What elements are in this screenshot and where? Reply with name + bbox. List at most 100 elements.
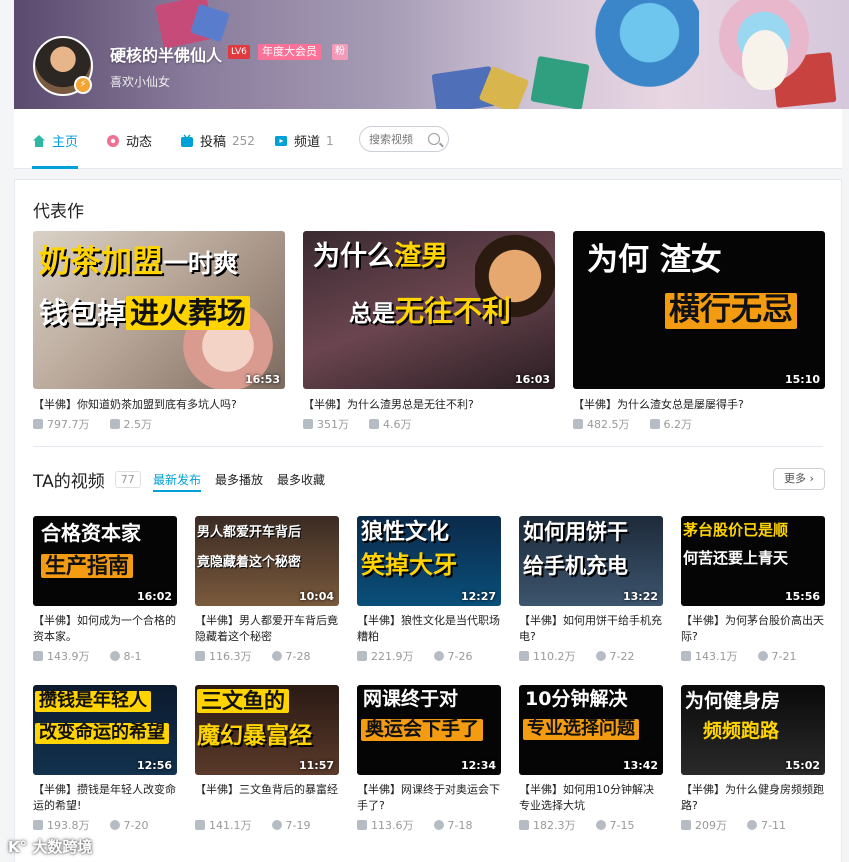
video-card[interactable]: 男人都爱开车背后 竟隐藏着这个秘密 10:04 【半佛】男人都爱开车背后竟隐藏着… [195,516,339,664]
thumb-text: 横行无忌 [665,292,797,329]
masterpiece-title: 代表作 [33,202,84,222]
thumb-text: 奶茶加盟 [39,244,163,280]
fan-badge: 粉 [332,44,348,60]
video-thumbnail[interactable]: 攒钱是年轻人 改变命运的希望 12:56 [33,685,177,775]
video-title[interactable]: 【半佛】为什么健身房频频跑路? [681,782,825,814]
video-title[interactable]: 【半佛】攒钱是年轻人改变命运的希望! [33,782,177,814]
video-thumbnail[interactable]: 为何 渣女 横行无忌 15:10 [573,231,825,389]
publish-date: 7-22 [609,649,635,663]
tab-most-played[interactable]: 最多播放 [215,471,263,488]
clock-icon [595,651,606,661]
view-count: 141.1万 [209,819,252,832]
video-duration: 15:02 [784,759,820,772]
masterpiece-card[interactable]: 为何 渣女 横行无忌 15:10 【半佛】为什么渣女总是屡屡得手? 482.5万… [573,231,825,432]
clock-icon [433,651,444,661]
masterpiece-card[interactable]: 奶茶加盟一时爽 钱包掉 进火葬场 16:53 【半佛】你知道奶茶加盟到底有多坑人吗… [33,231,285,432]
masterpiece-card[interactable]: 为什么渣男 总是无往不利 16:03 【半佛】为什么渣男总是无往不利? 351万… [303,231,555,432]
tab-channel[interactable]: 频道 1 [274,131,334,150]
thumb-text: 10分钟解决 [525,688,628,710]
thumb-text: 何苦还要上青天 [683,549,789,567]
video-meta: 797.7万 2.5万 [33,416,285,432]
chevron-right-icon: › [806,472,814,485]
video-title[interactable]: 【半佛】你知道奶茶加盟到底有多坑人吗? [33,396,285,412]
tab-most-favorited[interactable]: 最多收藏 [277,471,325,488]
video-title[interactable]: 【半佛】三文鱼背后的暴富经 [195,782,339,814]
video-card[interactable]: 如何用饼干 给手机充电 13:22 【半佛】如何用饼干给手机充电? 110.2万… [519,516,663,664]
publish-date: 7-18 [447,818,473,832]
thumb-text: 频频跑路 [703,720,780,742]
thumb-text: 网课终于对 [363,688,459,710]
play-count-icon [681,651,691,661]
video-thumbnail[interactable]: 合格资本家 生产指南 16:02 [33,516,177,606]
video-thumbnail[interactable]: 10分钟解决 专业选择问题 13:42 [519,685,663,775]
video-thumbnail[interactable]: 为何健身房 频频跑路 15:02 [681,685,825,775]
search-input[interactable] [369,131,427,147]
vip-badge[interactable]: 年度大会员 [258,44,321,60]
play-count-icon [33,820,43,830]
video-card[interactable]: 茅台股价已是顺 何苦还要上青天 15:56 【半佛】为何茅台股价高出天际? 14… [681,516,825,664]
thumb-text: 奥运会下手了 [361,718,484,741]
video-card[interactable]: 10分钟解决 专业选择问题 13:42 【半佛】如何用10分钟解决专业选择大坑 … [519,685,663,833]
thumb-text: 改变命运的希望 [35,722,169,744]
tab-dynamic-label: 动态 [126,135,153,150]
video-thumbnail[interactable]: 男人都爱开车背后 竟隐藏着这个秘密 10:04 [195,516,339,606]
video-card[interactable]: 网课终于对 奥运会下手了 12:34 【半佛】网课终于对奥运会下手了? 113.… [357,685,501,833]
clock-icon [109,820,120,830]
play-count-icon [519,820,529,830]
user-signature: 喜欢小仙女 [110,75,171,89]
video-card[interactable]: 为何健身房 频频跑路 15:02 【半佛】为什么健身房频频跑路? 209万 7-… [681,685,825,833]
tab-videos[interactable]: 投稿 252 [180,131,255,150]
video-title[interactable]: 【半佛】如何用饼干给手机充电? [519,613,663,645]
play-count-icon [573,419,583,429]
video-card[interactable]: 攒钱是年轻人 改变命运的希望 12:56 【半佛】攒钱是年轻人改变命运的希望! … [33,685,177,833]
video-card[interactable]: 狼性文化 笑掉大牙 12:27 【半佛】狼性文化是当代职场糟粕 221.9万 7… [357,516,501,664]
tab-home[interactable]: 主页 [32,131,78,150]
video-thumbnail[interactable]: 茅台股价已是顺 何苦还要上青天 15:56 [681,516,825,606]
video-title[interactable]: 【半佛】为何茅台股价高出天际? [681,613,825,645]
video-title[interactable]: 【半佛】为什么渣男总是无往不利? [303,396,555,412]
video-title[interactable]: 【半佛】狼性文化是当代职场糟粕 [357,613,501,645]
clock-icon [109,651,120,661]
thumb-text: 竟隐藏着这个秘密 [197,555,302,570]
video-title[interactable]: 【半佛】为什么渣女总是屡屡得手? [573,396,825,412]
user-name[interactable]: 硬核的半佛仙人 [110,42,222,66]
video-card[interactable]: 三文鱼的 魔幻暴富经 11:57 【半佛】三文鱼背后的暴富经 141.1万 7-… [195,685,339,833]
video-thumbnail[interactable]: 三文鱼的 魔幻暴富经 11:57 [195,685,339,775]
video-title[interactable]: 【半佛】如何用10分钟解决专业选择大坑 [519,782,663,814]
thumb-text: 一时爽 [163,249,239,278]
video-thumbnail[interactable]: 网课终于对 奥运会下手了 12:34 [357,685,501,775]
tab-latest[interactable]: 最新发布 [153,471,201,488]
video-thumbnail[interactable]: 狼性文化 笑掉大牙 12:27 [357,516,501,606]
thumb-text: 给手机充电 [523,554,628,578]
video-title[interactable]: 【半佛】网课终于对奥运会下手了? [357,782,501,814]
gift-box-decoration [530,55,590,109]
video-title[interactable]: 【半佛】男人都爱开车背后竟隐藏着这个秘密 [195,613,339,645]
view-count: 482.5万 [587,418,630,431]
thumb-text: 为什么 [313,241,394,272]
more-button[interactable]: 更多 › [773,468,825,490]
view-count: 193.8万 [47,819,90,832]
thumb-text-line: 魔幻暴富经 [197,723,312,749]
thumb-text: 如何用饼干 [523,520,628,544]
video-meta: 143.1万 7-21 [681,648,825,664]
video-duration: 16:03 [514,373,550,386]
video-thumbnail[interactable]: 为什么渣男 总是无往不利 16:03 [303,231,555,389]
video-duration: 16:02 [136,590,172,603]
video-thumbnail[interactable]: 如何用饼干 给手机充电 13:22 [519,516,663,606]
view-count: 143.9万 [47,650,90,663]
video-meta: 116.3万 7-28 [195,648,339,664]
plush-bunny-illustration [742,30,788,90]
tab-dynamic[interactable]: 动态 [106,131,152,150]
thumb-text: 茅台股价已是顺 [683,521,789,539]
video-thumbnail[interactable]: 奶茶加盟一时爽 钱包掉 进火葬场 16:53 [33,231,285,389]
videos-count: 77 [114,471,141,488]
video-meta: 351万 4.6万 [303,416,555,432]
video-title[interactable]: 【半佛】如何成为一个合格的资本家。 [33,613,177,645]
watermark: K° 大数跨境 [8,836,92,857]
tab-videos-count: 252 [232,133,255,148]
video-card[interactable]: 合格资本家 生产指南 16:02 【半佛】如何成为一个合格的资本家。 143.9… [33,516,177,664]
thumb-text: 狼性文化 [361,520,450,545]
clock-icon [271,820,282,830]
search-icon[interactable] [428,133,440,145]
clock-icon [595,820,606,830]
